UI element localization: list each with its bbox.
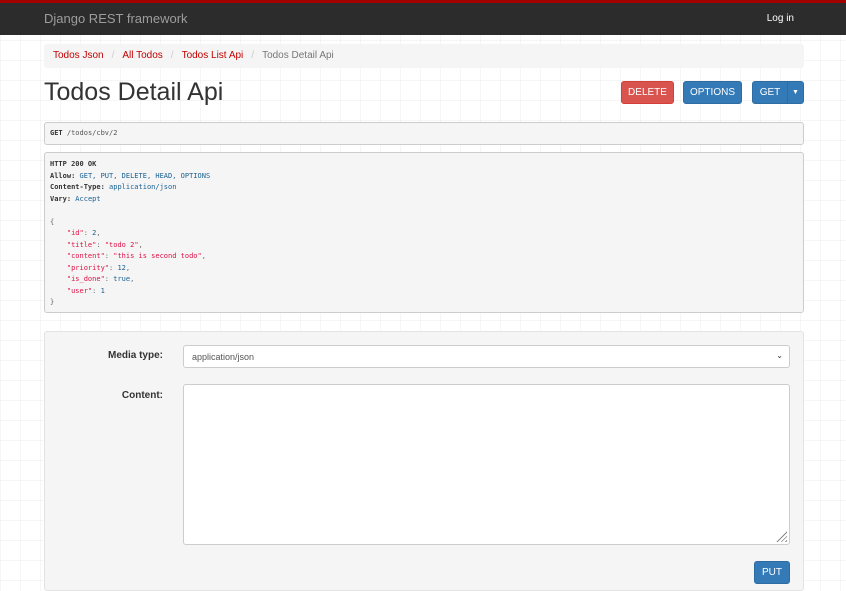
put-button[interactable]: PUT [754,561,790,584]
breadcrumb: Todos Json / All Todos / Todos List Api … [44,44,804,68]
json-field: "id": 2, [66,229,101,237]
breadcrumb-separator: / [111,50,115,61]
media-type-value: application/json [192,352,255,362]
breadcrumb-item[interactable]: Todos Json [53,50,104,62]
breadcrumb-item[interactable]: Todos List Api [182,50,244,62]
request-info: GET /todos/cbv/2 [44,122,804,145]
request-method: GET [50,129,63,137]
breadcrumb-separator: / [170,50,174,61]
json-open-brace: { [50,217,55,226]
options-button[interactable]: OPTIONS [683,81,742,104]
json-field: "user": 1 [66,286,105,295]
delete-button[interactable]: DELETE [621,81,674,104]
json-field: "priority": 12, [66,263,131,272]
json-field: "title": "todo 2", [66,240,143,249]
content-label: Content: [121,390,163,401]
response-header: Content-Type: application/json [50,183,177,191]
json-field: "content": "this is second todo", [66,252,206,260]
content-textarea[interactable] [183,384,790,545]
breadcrumb-separator: / [251,50,255,61]
breadcrumb-current: Todos Detail Api [262,50,334,61]
caret-down-icon[interactable]: ▼ [787,81,804,104]
navbar: Django REST framework Log in [0,0,846,35]
response-status: HTTP 200 OK [50,160,97,168]
json-field: "is_done": true, [66,275,135,283]
json-close-brace: } [50,298,55,306]
login-link[interactable]: Log in [767,13,794,24]
response-header: Vary: Accept [50,194,101,203]
media-type-label: Media type: [107,350,163,361]
response-info: HTTP 200 OK Allow: GET, PUT, DELETE, HEA… [44,152,804,313]
resize-grip-icon[interactable] [776,531,787,542]
get-button[interactable]: GET [752,81,788,104]
breadcrumb-item[interactable]: All Todos [122,50,162,62]
brand[interactable]: Django REST framework [44,11,188,26]
media-type-select[interactable]: application/json ⌄ [183,345,790,368]
page-title: Todos Detail Api [44,78,224,106]
response-header: Allow: GET, PUT, DELETE, HEAD, OPTIONS [50,171,211,180]
request-path[interactable]: /todos/cbv/2 [67,129,118,137]
chevron-down-icon: ⌄ [776,351,783,360]
